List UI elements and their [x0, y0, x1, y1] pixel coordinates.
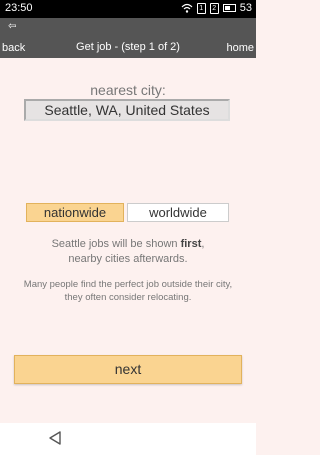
info-bold-text: first — [180, 238, 202, 250]
relocation-tip: Many people find the perfect job outside… — [0, 278, 256, 304]
tip-text-line: they often consider relocating. — [64, 292, 192, 303]
page-title: Get job - (step 1 of 2) — [76, 41, 180, 53]
nav-back-triangle-icon[interactable] — [47, 430, 63, 446]
city-field[interactable]: Seattle, WA, United States — [24, 99, 230, 121]
back-arrow-icon: ⇦ — [8, 21, 17, 32]
info-text-part: , — [201, 238, 205, 250]
tip-text-line: Many people find the perfect job outside… — [23, 279, 233, 290]
info-text-part: Seattle jobs will be shown — [51, 238, 181, 250]
worldwide-option[interactable]: worldwide — [127, 203, 229, 222]
system-nav-bar — [0, 423, 256, 455]
nationwide-option[interactable]: nationwide — [26, 203, 124, 222]
home-button[interactable]: home — [226, 42, 254, 54]
nearest-city-label: nearest city: — [90, 82, 166, 98]
status-icons: 1 2 53 — [181, 2, 252, 14]
sim2-signal-icon: 2 — [209, 2, 219, 14]
battery-level: 53 — [239, 2, 252, 14]
battery-icon — [222, 4, 236, 12]
next-button[interactable]: next — [14, 355, 242, 384]
sim1-signal-icon: 1 — [196, 2, 206, 14]
wifi-icon — [181, 3, 193, 13]
info-text-line: nearby cities afterwards. — [68, 253, 188, 265]
status-bar: 23:50 1 2 53 — [0, 0, 256, 18]
status-time: 23:50 — [5, 2, 33, 14]
seattle-jobs-info: Seattle jobs will be shown first, nearby… — [0, 237, 256, 267]
header-bar: ⇦ back Get job - (step 1 of 2) home — [0, 18, 256, 58]
